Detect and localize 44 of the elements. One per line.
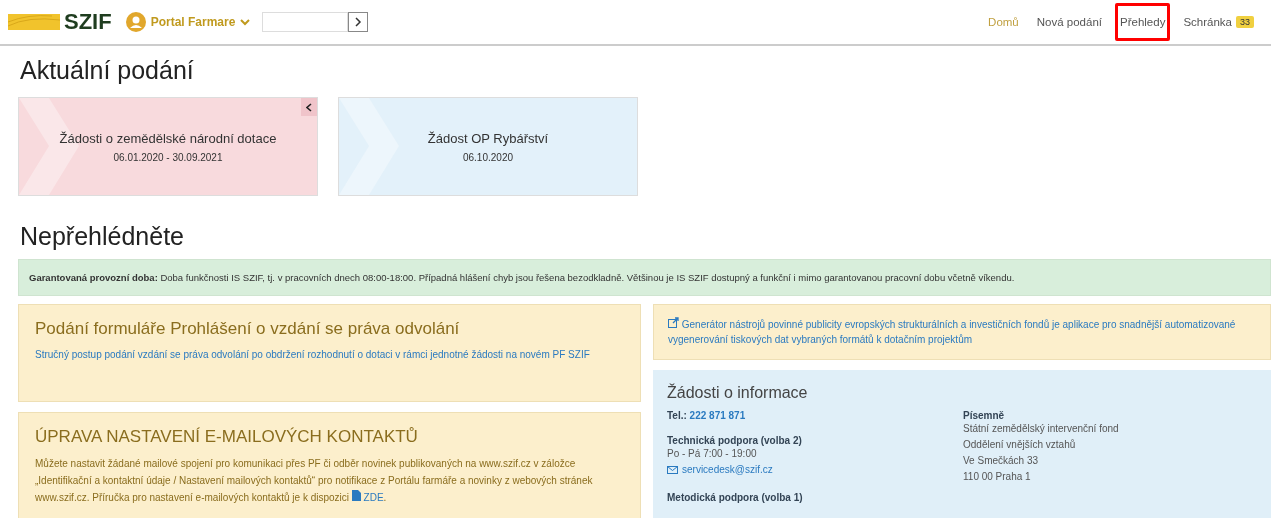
section-title: Nepřehlédněte — [20, 222, 185, 251]
address-line: Oddělení vnějších vztahů — [963, 438, 1077, 452]
notice-title: Podání formuláře Prohlášení o vzdání se práva odvolání — [35, 319, 461, 339]
panel-title: Žádosti o informace — [667, 384, 809, 402]
card-dates: 06.10.2020 — [462, 151, 514, 163]
nav-link[interactable]: Nová podání — [1031, 3, 1107, 41]
notice-title: ÚPRAVA NASTAVENÍ E-MAILOVÝCH KONTAKTŮ — [35, 427, 419, 447]
support-hours: Po - Pá 7:00 - 19:00 — [667, 447, 758, 461]
phone-link[interactable]: 222 871 871 — [689, 410, 746, 421]
caret-icon — [240, 18, 251, 26]
address-line: Ve Smečkách 33 — [963, 454, 1040, 468]
phone-label: Tel.: — [667, 410, 687, 421]
card-title: Žádost OP Rybářství — [427, 130, 549, 146]
email-link[interactable]: servicedesk@szif.cz — [682, 462, 773, 478]
support-label: Technická podpora (volba 2) — [667, 435, 803, 446]
card-title: Žádosti o zemědělské národní dotace — [59, 130, 277, 146]
logo-text: SZIF — [64, 9, 112, 35]
external-link-icon — [668, 317, 679, 328]
count-badge: 33 — [1236, 16, 1254, 28]
download-link[interactable]: ZDE — [363, 492, 384, 503]
field-stripes-icon — [8, 14, 60, 30]
notice-link[interactable]: Stručný postup podání vzdání se práva odvolání po obdržení rozhodnutí o dotaci v rámci jednotné žádosti na novém PF SZIF — [35, 347, 624, 362]
application-card[interactable]: Žádosti o zemědělské národní dotace 06.01.2020 - 30.09.2021 — [18, 97, 318, 196]
card-dates: 06.01.2020 - 30.09.2021 — [113, 151, 223, 163]
go-button[interactable] — [348, 12, 369, 32]
address-line: Státní zemědělský intervenční fond — [963, 422, 1120, 436]
envelope-icon — [667, 466, 678, 474]
support-label: Metodická podpora (volba 1) — [667, 492, 804, 503]
search-field[interactable] — [262, 12, 349, 32]
chevron-left-icon — [306, 102, 312, 112]
address-label: Písemně — [963, 410, 1006, 421]
portal-menu[interactable]: Portal Farmare — [125, 12, 251, 32]
address-line: 110 00 Praha 1 — [963, 470, 1032, 484]
nav-link[interactable]: Přehledy — [1115, 3, 1171, 41]
notice-text: Můžete nastavit žádané mailové spojení pro komunikaci přes PF či odběr novinek publikovaných na www.szif.cz v záložce „Identifikační a kontaktní údaje / Nastavení mailových kontaktů“ pro notifikace z Portálu farmáře a novinky z webových stránek www.szif.cz. Příručka pro nastavení e-mailových kontaktů je k dispozici ZDE. — [35, 457, 594, 505]
user-avatar-icon — [125, 12, 146, 32]
chevron-right-icon — [354, 17, 362, 27]
nav-link[interactable]: Schránka 33 — [1178, 3, 1259, 41]
application-card[interactable]: Žádost OP Rybářství 06.10.2020 — [338, 97, 638, 196]
info-banner: Garantovaná provozní doba: Doba funkčnosti IS SZIF, tj. v pracovních dnech 08:00-18:00. Případná hlášení chyb jsou řešena bezodkladně. Většinou je IS SZIF dostupný a funkční i mimo garantovanou pracovní dobu včetně víkendu. — [18, 259, 1271, 296]
section-title: Aktuální podání — [20, 56, 195, 85]
nav-link[interactable]: Domů — [983, 3, 1024, 41]
document-icon — [351, 490, 361, 501]
collapse-button[interactable] — [301, 98, 317, 116]
